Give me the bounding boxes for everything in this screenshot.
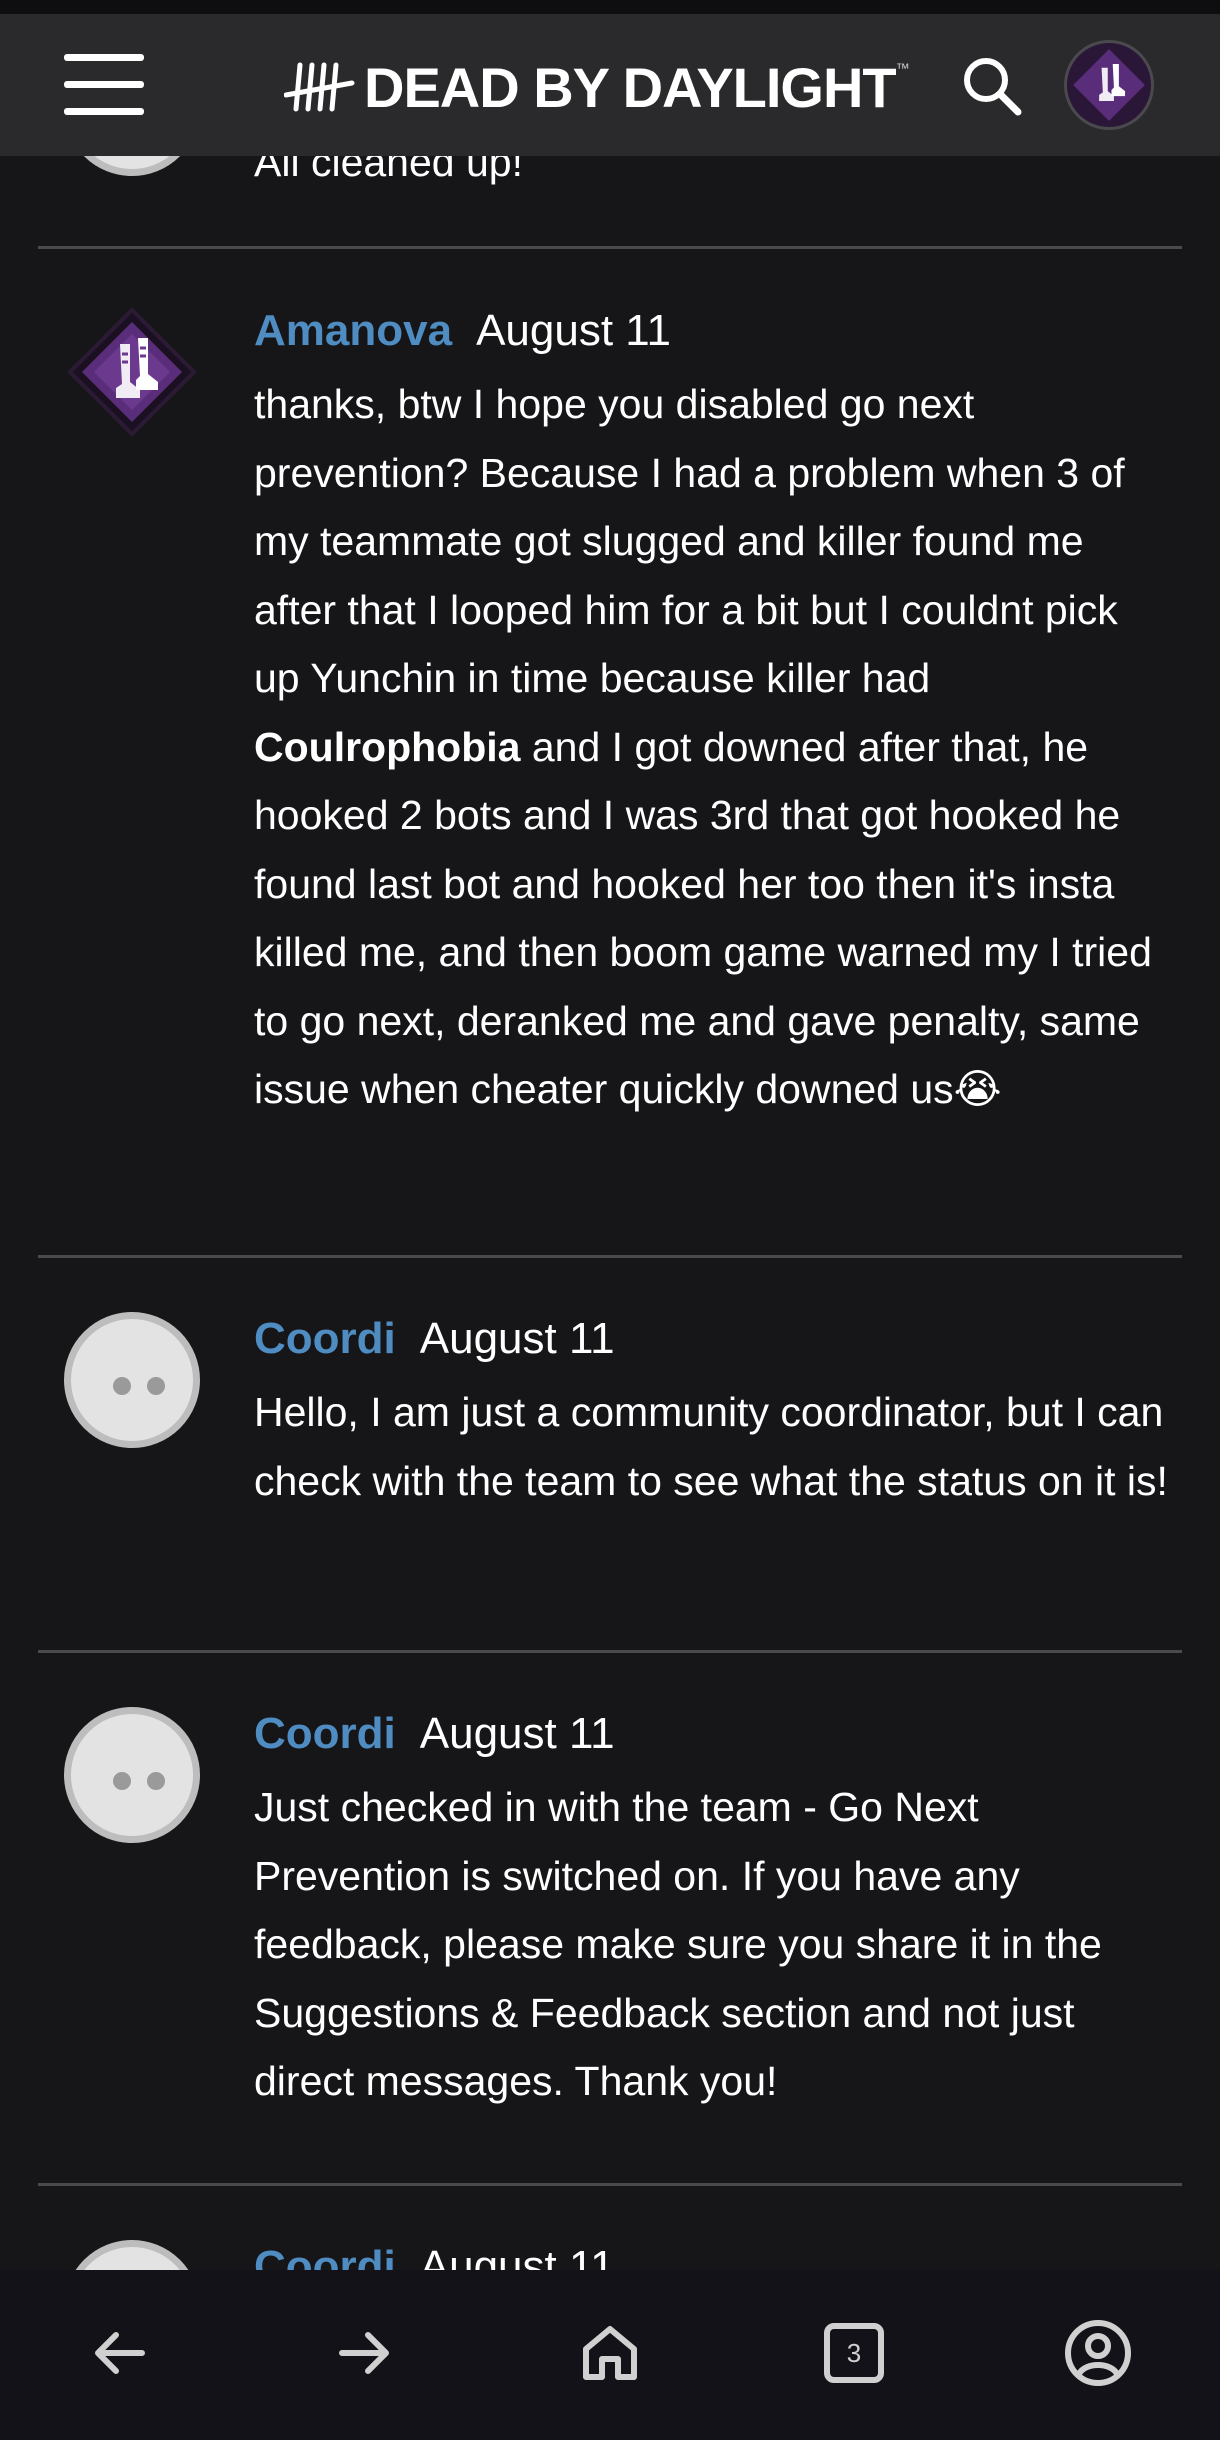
brand-name: DEAD BY DAYLIGHT [364, 55, 897, 119]
comment-avatar[interactable] [64, 304, 200, 440]
author-link[interactable]: Coordi [254, 2242, 396, 2270]
menu-icon[interactable] [64, 54, 144, 116]
comment-divider [38, 2183, 1182, 2186]
search-icon[interactable] [960, 54, 1024, 118]
home-button[interactable] [560, 2310, 660, 2396]
author-link[interactable]: Coordi [254, 1314, 396, 1363]
tab-count: 3 [846, 2337, 862, 2368]
comment-date[interactable]: August 11 [420, 1709, 615, 1758]
default-avatar-icon [64, 1707, 200, 1843]
survivor-perk-avatar-icon [67, 307, 197, 437]
site-logo[interactable]: DEAD BY DAYLIGHT ™ [284, 52, 910, 122]
account-icon [1065, 2320, 1131, 2386]
comment-avatar[interactable] [64, 1312, 200, 1448]
tabs-button[interactable]: 3 [804, 2310, 904, 2396]
comments-thread[interactable]: All cleaned up! Amanova August 11 thanks,… [0, 0, 1220, 2270]
forward-button[interactable] [314, 2310, 414, 2396]
survivor-perk-avatar-icon [1073, 49, 1145, 121]
site-header: DEAD BY DAYLIGHT ™ [0, 14, 1220, 156]
comment-meta: Coordi August 11 [254, 2236, 1174, 2270]
back-arrow-icon [95, 2332, 145, 2374]
tabs-icon: 3 [824, 2323, 884, 2383]
comment-text: Hello, I am just a community coordinator… [254, 1389, 1168, 1504]
default-avatar-icon [64, 1312, 200, 1448]
comment-avatar[interactable] [64, 1707, 200, 1843]
author-link[interactable]: Coordi [254, 1709, 396, 1758]
comment-meta: Coordi August 11 [254, 1703, 1174, 1765]
comment-meta: Coordi August 11 [254, 1308, 1174, 1370]
account-button[interactable] [1048, 2310, 1148, 2396]
perk-name-bold: Coulrophobia [254, 723, 521, 770]
trademark: ™ [895, 60, 910, 76]
comment-meta: Amanova August 11 [254, 300, 1174, 362]
comment-date[interactable]: August 11 [420, 2242, 615, 2270]
comment-date[interactable]: August 11 [476, 306, 671, 355]
browser-nav-bar: 3 [0, 2270, 1220, 2440]
comment-divider [38, 1650, 1182, 1653]
back-button[interactable] [70, 2310, 170, 2396]
author-link[interactable]: Amanova [254, 306, 452, 355]
forward-arrow-icon [339, 2332, 389, 2374]
comment-divider [38, 1255, 1182, 1258]
comment-avatar[interactable] [64, 2240, 200, 2270]
dbd-hash-logo-icon [284, 62, 355, 112]
default-avatar-icon [64, 2240, 200, 2270]
comment-text: thanks, btw I hope you disabled go next … [254, 381, 1152, 1112]
comment-divider [38, 246, 1182, 249]
user-avatar[interactable] [1064, 40, 1154, 130]
comment-date[interactable]: August 11 [420, 1314, 615, 1363]
home-icon [583, 2326, 637, 2380]
comment-text: Just checked in with the team - Go Next … [254, 1784, 1102, 2104]
